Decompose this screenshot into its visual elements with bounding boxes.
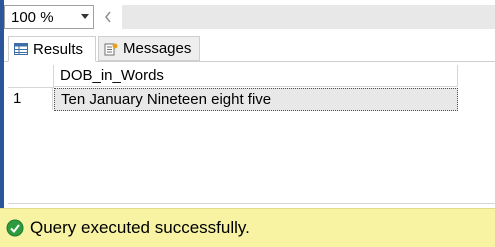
horizontal-scrollbar[interactable] — [122, 5, 495, 29]
column-header[interactable]: DOB_in_Words — [54, 65, 458, 87]
results-tab-strip: Results Messages — [4, 33, 495, 62]
scroll-left-button[interactable] — [98, 5, 118, 29]
grid-corner-cell[interactable] — [8, 65, 54, 88]
chevron-down-icon — [81, 14, 89, 19]
grid-icon — [14, 43, 28, 55]
zoom-dropdown[interactable]: 100 % — [4, 5, 94, 29]
zoom-bar: 100 % — [4, 0, 495, 33]
check-circle-icon — [6, 219, 24, 237]
tab-results[interactable]: Results — [8, 36, 96, 62]
status-text: Query executed successfully. — [30, 218, 250, 237]
tab-messages[interactable]: Messages — [98, 36, 200, 61]
status-bar: Query executed successfully. — [0, 208, 495, 247]
zoom-value: 100 % — [11, 9, 54, 26]
tab-results-label: Results — [33, 40, 84, 58]
row-number[interactable]: 1 — [8, 88, 53, 110]
chevron-left-icon — [105, 11, 111, 23]
results-grid: DOB_in_Words 1 Ten January Nineteen eigh… — [8, 63, 495, 204]
table-cell[interactable]: Ten January Nineteen eight five — [54, 88, 458, 111]
tab-messages-label: Messages — [123, 40, 192, 57]
grid-divider — [8, 203, 495, 204]
messages-icon — [104, 43, 118, 55]
